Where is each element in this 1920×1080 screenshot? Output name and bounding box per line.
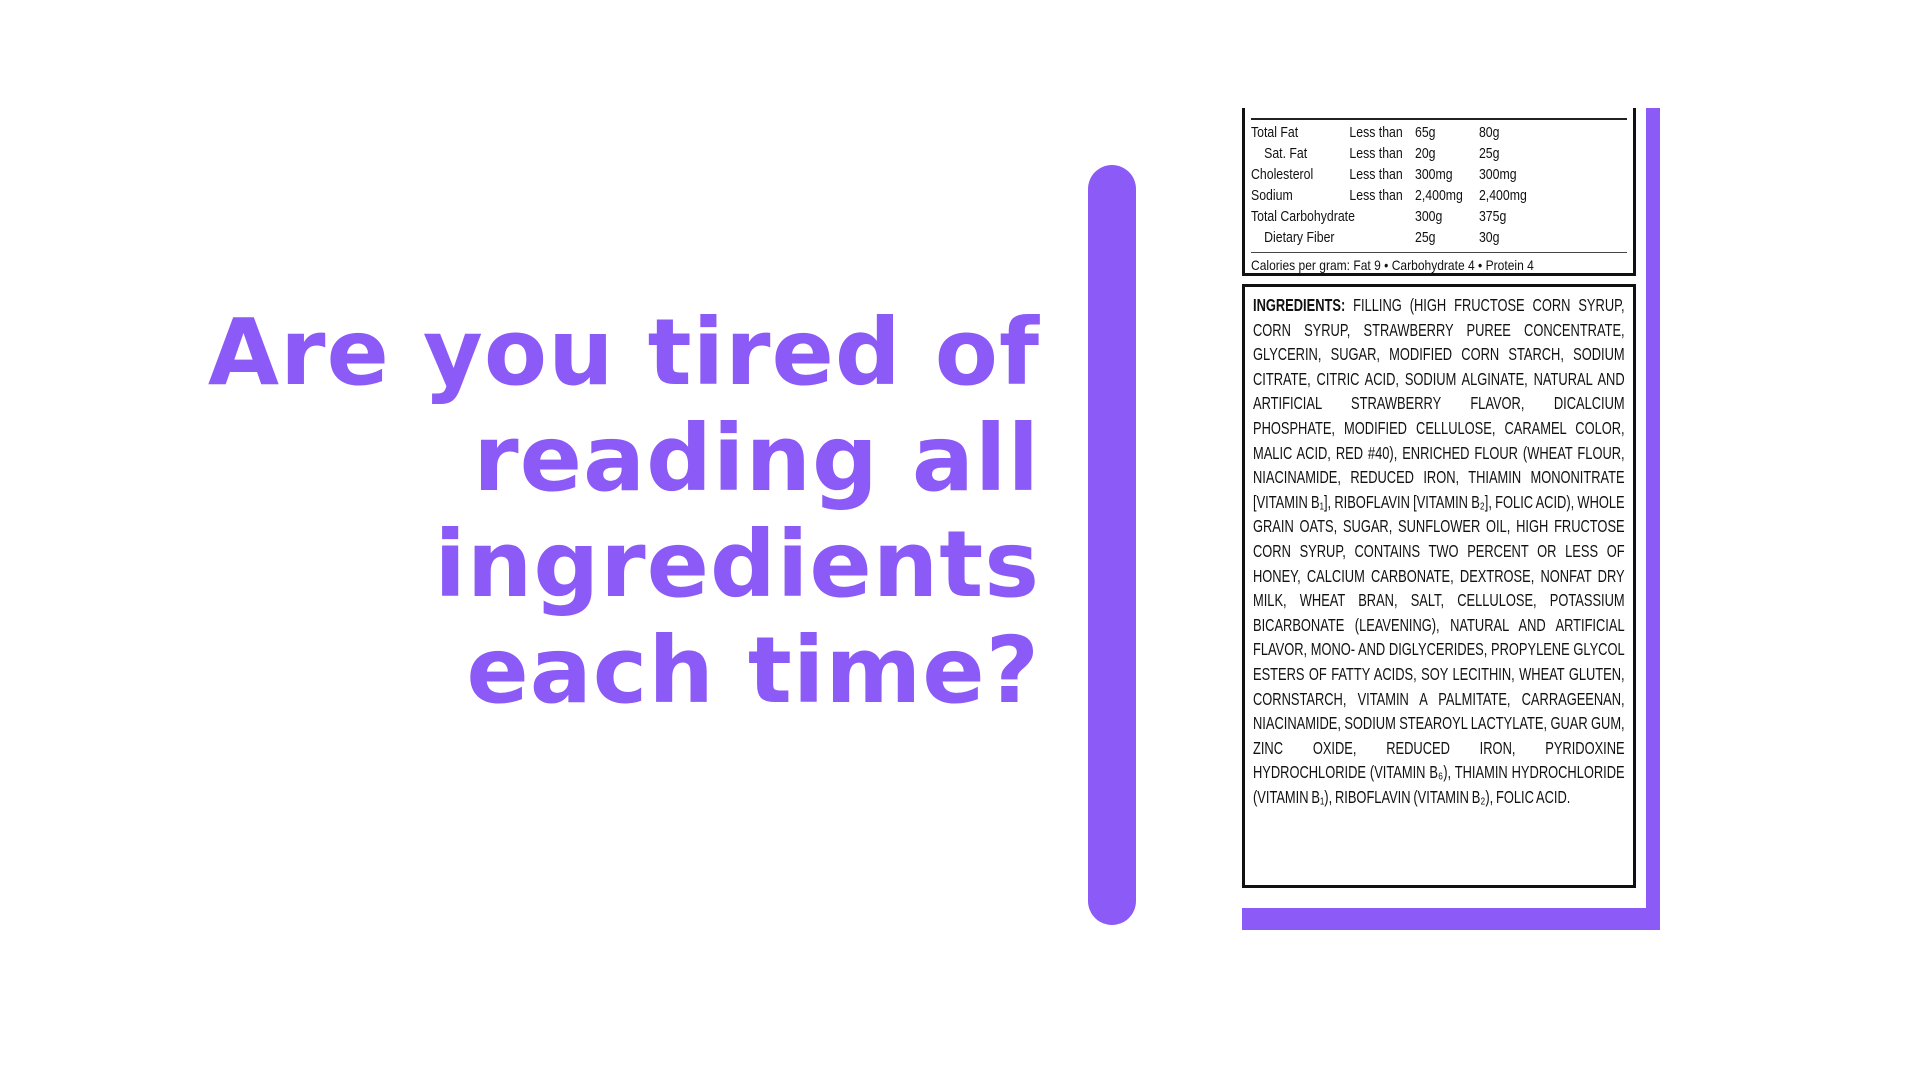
headline-line-3: ingredients (434, 511, 1040, 618)
row-qualifier: Less than (1349, 166, 1403, 183)
headline: Are you tired of reading all ingredients… (200, 300, 1040, 724)
daily-values-cropped-header (1249, 108, 1629, 114)
nutrition-label: Total Fat Less than 65g 80g Sat. Fat Les… (1242, 108, 1636, 908)
ingredients-heading: INGREDIENTS: (1253, 295, 1346, 315)
headline-line-2: reading all (473, 405, 1040, 512)
row-value-2000: 300mg (1415, 166, 1453, 183)
ingredients-box: INGREDIENTS: FILLING (HIGH FRUCTOSE CORN… (1242, 284, 1636, 888)
row-name: Total Carbohydrate (1251, 208, 1355, 225)
row-value-2500: 80g (1478, 124, 1500, 141)
row-value-2000: 65g (1415, 124, 1436, 141)
row-value-2500: 30g (1478, 229, 1500, 246)
row-qualifier: Less than (1349, 145, 1403, 162)
daily-values-section: Total Fat Less than 65g 80g Sat. Fat Les… (1242, 108, 1636, 276)
table-row: Total Fat Less than 65g 80g (1251, 122, 1639, 143)
row-value-2500: 2,400mg (1478, 187, 1527, 204)
row-value-2500: 25g (1478, 145, 1500, 162)
table-row: Dietary Fiber 25g 30g (1251, 227, 1639, 248)
daily-values-table: Total Fat Less than 65g 80g Sat. Fat Les… (1251, 122, 1639, 248)
ingredients-text: INGREDIENTS: FILLING (HIGH FRUCTOSE CORN… (1253, 293, 1625, 809)
row-name: Total Fat (1251, 124, 1299, 141)
vertical-divider-bar (1088, 165, 1136, 925)
daily-values-rule (1251, 118, 1627, 120)
calories-rule (1251, 252, 1627, 253)
row-name: Sat. Fat (1264, 145, 1308, 162)
nutrition-label-image: Total Fat Less than 65g 80g Sat. Fat Les… (1236, 108, 1646, 908)
row-value-2000: 300g (1415, 208, 1443, 225)
table-row: Sat. Fat Less than 20g 25g (1251, 143, 1639, 164)
table-row: Total Carbohydrate 300g 375g (1251, 206, 1639, 227)
row-name: Sodium (1251, 187, 1293, 204)
table-row: Sodium Less than 2,400mg 2,400mg (1251, 185, 1639, 206)
row-qualifier: Less than (1349, 124, 1403, 141)
table-row: Cholesterol Less than 300mg 300mg (1251, 164, 1639, 185)
headline-line-4: each time? (466, 617, 1040, 724)
row-value-2000: 20g (1415, 145, 1436, 162)
row-value-2000: 25g (1415, 229, 1436, 246)
row-name: Cholesterol (1251, 166, 1314, 183)
calories-per-gram: Calories per gram: Fat 9 • Carbohydrate … (1251, 257, 1534, 273)
ingredients-list: FILLING (HIGH FRUCTOSE CORN SYRUP, CORN … (1253, 295, 1625, 807)
row-qualifier: Less than (1349, 187, 1403, 204)
row-value-2000: 2,400mg (1415, 187, 1463, 204)
row-value-2500: 375g (1478, 208, 1507, 225)
row-name: Dietary Fiber (1264, 229, 1335, 246)
headline-line-1: Are you tired of (207, 299, 1040, 406)
row-value-2500: 300mg (1478, 166, 1517, 183)
